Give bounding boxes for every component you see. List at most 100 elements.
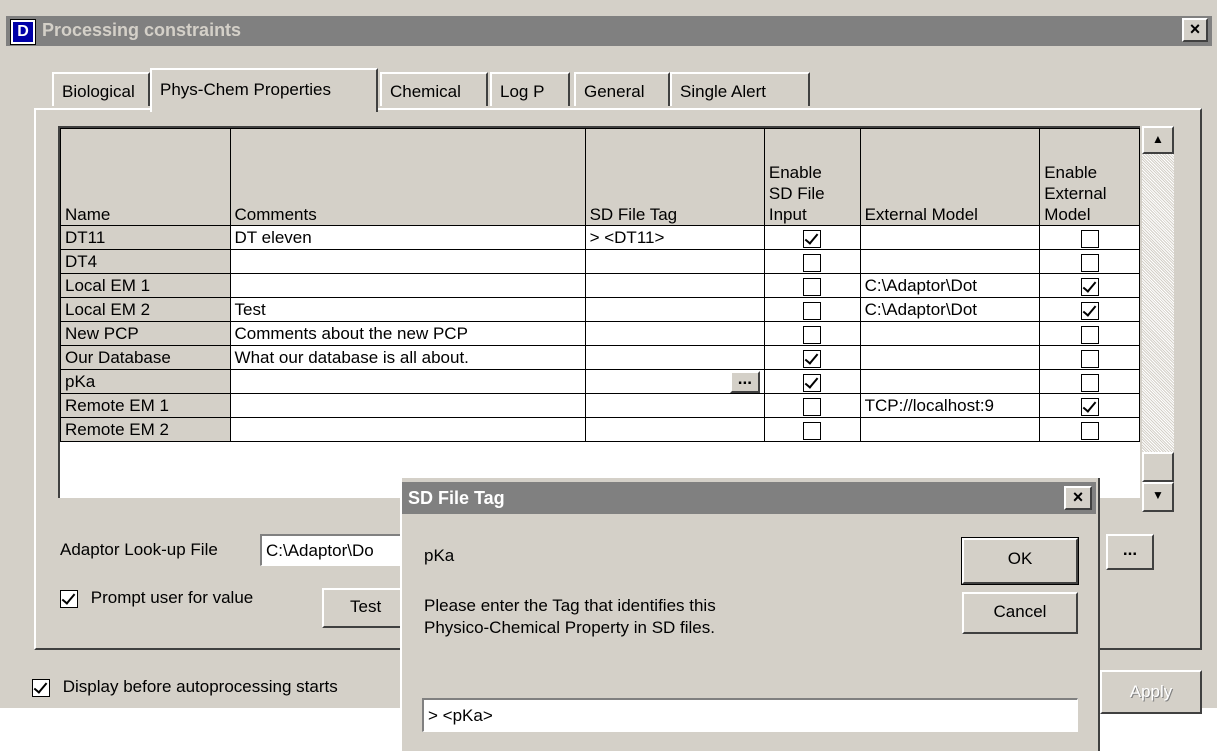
row-name-cell[interactable]: pKa	[60, 369, 231, 394]
sd-tag-browse-button[interactable]: ...	[729, 371, 760, 393]
row-name-cell[interactable]: Remote EM 2	[60, 417, 231, 442]
table-row[interactable]: Remote EM 2	[60, 417, 1140, 442]
sd-tag-cell[interactable]	[584, 321, 765, 346]
table-row[interactable]: Our Database What our database is all ab…	[60, 345, 1140, 370]
enable-sd-cell[interactable]	[763, 393, 861, 418]
enable-sd-checkbox[interactable]	[803, 229, 822, 248]
prompt-user-checkbox[interactable]	[60, 589, 78, 608]
comments-cell[interactable]: Test	[229, 297, 586, 322]
enable-sd-checkbox[interactable]	[803, 421, 822, 440]
row-name-cell[interactable]: DT4	[60, 249, 231, 274]
external-model-cell[interactable]	[859, 345, 1041, 370]
sd-tag-cell[interactable]: > <DT11>	[584, 225, 765, 250]
enable-external-checkbox[interactable]	[1080, 301, 1099, 320]
sd-tag-cell[interactable]: ...	[584, 369, 765, 394]
col-header-enable-sd-file-input[interactable]: Enable SD File Input	[763, 128, 861, 226]
enable-sd-cell[interactable]	[763, 369, 861, 394]
dialog-close-button[interactable]: ×	[1064, 486, 1092, 510]
enable-sd-cell[interactable]	[763, 249, 861, 274]
table-row[interactable]: pKa ...	[60, 369, 1140, 394]
comments-cell[interactable]	[229, 273, 586, 298]
sd-tag-cell[interactable]	[584, 249, 765, 274]
row-name-cell[interactable]: Remote EM 1	[60, 393, 231, 418]
row-name-cell[interactable]: Our Database	[60, 345, 231, 370]
enable-sd-cell[interactable]	[763, 273, 861, 298]
tab-log-p[interactable]: Log P	[490, 72, 570, 106]
comments-cell[interactable]: What our database is all about.	[229, 345, 586, 370]
sd-tag-cell[interactable]	[584, 273, 765, 298]
external-model-cell[interactable]	[859, 417, 1041, 442]
row-name-cell[interactable]: Local EM 1	[60, 273, 231, 298]
tab-chemical[interactable]: Chemical	[380, 72, 488, 106]
comments-cell[interactable]	[229, 393, 586, 418]
sd-tag-cell[interactable]	[584, 417, 765, 442]
enable-external-cell[interactable]	[1039, 321, 1140, 346]
scroll-thumb[interactable]	[1142, 452, 1174, 482]
enable-sd-checkbox[interactable]	[803, 301, 822, 320]
external-model-cell[interactable]	[859, 249, 1041, 274]
external-model-cell[interactable]	[859, 369, 1041, 394]
enable-sd-cell[interactable]	[763, 417, 861, 442]
enable-external-checkbox[interactable]	[1080, 229, 1099, 248]
apply-button[interactable]: Apply	[1100, 670, 1202, 714]
enable-external-cell[interactable]	[1039, 393, 1140, 418]
enable-sd-checkbox[interactable]	[803, 253, 822, 272]
enable-external-cell[interactable]	[1039, 345, 1140, 370]
enable-external-cell[interactable]	[1039, 225, 1140, 250]
enable-sd-checkbox[interactable]	[803, 325, 822, 344]
ok-button[interactable]: OK	[961, 537, 1079, 585]
display-before-checkbox-row[interactable]: Display before autoprocessing starts	[32, 677, 338, 697]
test-button[interactable]: Test	[322, 588, 412, 628]
row-name-cell[interactable]: New PCP	[60, 321, 231, 346]
enable-external-cell[interactable]	[1039, 249, 1140, 274]
enable-external-checkbox[interactable]	[1080, 421, 1099, 440]
tab-general[interactable]: General	[574, 72, 670, 106]
external-model-cell[interactable]: TCP://localhost:9	[859, 393, 1041, 418]
tab-phys-chem-properties[interactable]: Phys-Chem Properties	[150, 68, 378, 112]
col-header-name[interactable]: Name	[60, 128, 231, 226]
window-close-button[interactable]: ×	[1182, 18, 1208, 42]
col-header-sd-file-tag[interactable]: SD File Tag	[584, 128, 765, 226]
external-model-cell[interactable]	[859, 225, 1041, 250]
enable-sd-cell[interactable]	[763, 345, 861, 370]
comments-cell[interactable]	[229, 249, 586, 274]
enable-sd-checkbox[interactable]	[803, 373, 822, 392]
table-row[interactable]: Remote EM 1 TCP://localhost:9	[60, 393, 1140, 418]
enable-external-cell[interactable]	[1039, 369, 1140, 394]
lookup-file-input[interactable]: C:\Adaptor\Do	[260, 534, 410, 566]
scroll-down-button[interactable]: ▼	[1142, 482, 1174, 512]
tag-input[interactable]: > <pKa>	[422, 698, 1078, 732]
col-header-comments[interactable]: Comments	[229, 128, 586, 226]
enable-sd-checkbox[interactable]	[803, 277, 822, 296]
tab-biological[interactable]: Biological	[52, 72, 150, 106]
enable-sd-checkbox[interactable]	[803, 397, 822, 416]
comments-cell[interactable]: Comments about the new PCP	[229, 321, 586, 346]
col-header-enable-external-model[interactable]: Enable External Model	[1039, 128, 1140, 226]
sd-tag-cell[interactable]	[584, 297, 765, 322]
prompt-user-checkbox-row[interactable]: Prompt user for value	[60, 588, 253, 608]
enable-sd-cell[interactable]	[763, 321, 861, 346]
comments-cell[interactable]	[229, 417, 586, 442]
enable-external-cell[interactable]	[1039, 273, 1140, 298]
external-model-cell[interactable]: C:\Adaptor\Dot	[859, 297, 1041, 322]
grid-vertical-scrollbar[interactable]: ▲ ▼	[1142, 126, 1174, 512]
enable-sd-checkbox[interactable]	[803, 349, 822, 368]
row-name-cell[interactable]: DT11	[60, 225, 231, 250]
row-name-cell[interactable]: Local EM 2	[60, 297, 231, 322]
table-row[interactable]: Local EM 2 Test C:\Adaptor\Dot	[60, 297, 1140, 322]
tab-single-alert[interactable]: Single Alert	[670, 72, 810, 106]
table-row[interactable]: Local EM 1 C:\Adaptor\Dot	[60, 273, 1140, 298]
dialog-titlebar[interactable]: SD File Tag ×	[402, 482, 1096, 514]
cancel-button[interactable]: Cancel	[962, 592, 1078, 634]
table-row[interactable]: New PCP Comments about the new PCP	[60, 321, 1140, 346]
enable-external-checkbox[interactable]	[1080, 397, 1099, 416]
col-header-external-model[interactable]: External Model	[859, 128, 1041, 226]
enable-external-checkbox[interactable]	[1080, 373, 1099, 392]
comments-cell[interactable]	[229, 369, 586, 394]
enable-sd-cell[interactable]	[763, 297, 861, 322]
comments-cell[interactable]: DT eleven	[229, 225, 586, 250]
enable-sd-cell[interactable]	[763, 225, 861, 250]
window-titlebar[interactable]: D Processing constraints	[6, 16, 1212, 46]
external-model-cell[interactable]: C:\Adaptor\Dot	[859, 273, 1041, 298]
table-row[interactable]: DT4	[60, 249, 1140, 274]
